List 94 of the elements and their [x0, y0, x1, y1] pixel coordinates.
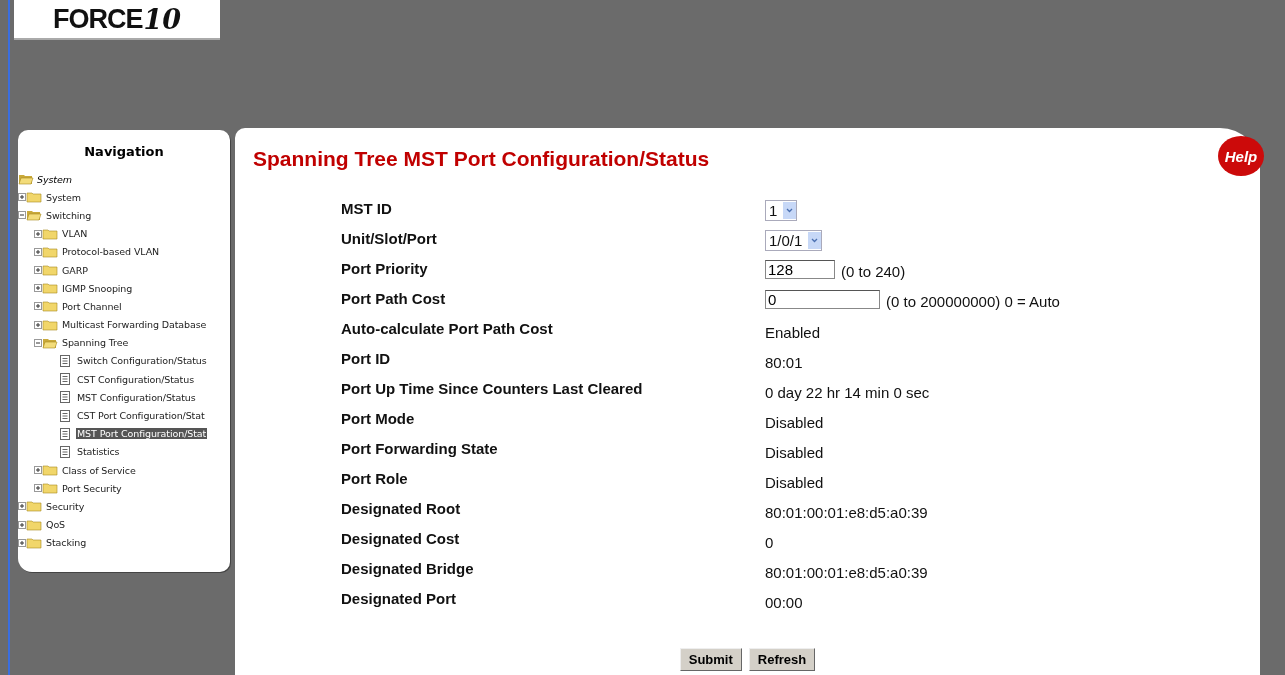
tree-item[interactable]: Port Channel	[61, 300, 123, 312]
tree-item[interactable]: GARP	[61, 264, 89, 276]
folder-icon	[42, 282, 58, 295]
folder-icon	[42, 245, 58, 258]
tree-root-label[interactable]: System	[37, 173, 72, 185]
tree-item[interactable]: System	[45, 191, 82, 203]
tree-item[interactable]: CST Configuration/Status	[76, 373, 195, 385]
folder-icon	[42, 482, 58, 495]
field-value: 00:00	[765, 593, 803, 611]
page-icon	[60, 445, 70, 458]
tree-item[interactable]: Switch Configuration/Status	[76, 355, 208, 367]
field-label: Designated Root	[341, 500, 462, 517]
field-label: Port Role	[341, 470, 409, 487]
tree-item[interactable]: IGMP Snooping	[61, 282, 134, 294]
tree-item[interactable]: MST Port Configuration/Stat	[76, 428, 208, 440]
field-label: Designated Cost	[341, 530, 461, 547]
tree-item[interactable]: Security	[45, 500, 86, 512]
tree-item[interactable]: Port Security	[61, 482, 123, 494]
field-value: Enabled	[765, 323, 821, 341]
input-field[interactable]: 0	[765, 289, 880, 309]
page-icon	[60, 409, 70, 422]
collapse-icon[interactable]	[18, 211, 26, 220]
logo: FORCE10	[14, 0, 220, 40]
tree-item[interactable]: MST Configuration/Status	[76, 391, 197, 403]
folder-icon	[42, 464, 58, 477]
field-label: Port Priority	[341, 260, 429, 277]
open-folder-icon	[42, 336, 58, 349]
tree-item[interactable]: VLAN	[61, 228, 89, 240]
field-label: Unit/Slot/Port	[341, 230, 438, 247]
open-folder-icon	[18, 173, 34, 186]
form-button[interactable]: Submit	[679, 648, 742, 671]
tree-item[interactable]: CST Port Configuration/Stat	[76, 410, 206, 422]
form-button[interactable]: Refresh	[748, 648, 816, 671]
help-button[interactable]: Help	[1218, 136, 1264, 176]
range-hint: (0 to 240)	[841, 263, 906, 280]
collapse-icon[interactable]	[34, 338, 42, 347]
expand-icon[interactable]	[18, 193, 26, 202]
field-value: Disabled	[765, 473, 824, 491]
tree-item[interactable]: Stacking	[45, 537, 88, 549]
folder-icon	[42, 227, 58, 240]
folder-icon	[26, 191, 42, 204]
expand-icon[interactable]	[34, 320, 42, 329]
folder-icon	[42, 318, 58, 331]
expand-icon[interactable]	[18, 502, 26, 511]
folder-icon	[26, 536, 42, 549]
folder-icon	[42, 264, 58, 277]
expand-icon[interactable]	[34, 266, 42, 275]
folder-icon	[42, 300, 58, 313]
field-label: MST ID	[341, 200, 393, 217]
tree-item[interactable]: QoS	[45, 519, 67, 531]
field-label: Designated Port	[341, 590, 458, 607]
page-icon	[60, 427, 70, 440]
expand-icon[interactable]	[34, 247, 42, 256]
field-label: Port ID	[341, 350, 392, 367]
expand-icon[interactable]	[34, 302, 42, 311]
expand-icon[interactable]	[34, 466, 42, 475]
range-hint: (0 to 200000000) 0 = Auto	[886, 293, 1060, 310]
caret-icon	[783, 202, 797, 219]
navigation-title: Navigation	[83, 144, 165, 159]
field-value: 0	[765, 533, 774, 551]
tree-item[interactable]: Multicast Forwarding Database	[61, 319, 208, 331]
expand-icon[interactable]	[34, 484, 42, 493]
field-value: 0 day 22 hr 14 min 0 sec	[765, 383, 930, 401]
page-icon	[60, 373, 70, 386]
expand-icon[interactable]	[18, 520, 26, 529]
page-icon	[60, 391, 70, 404]
expand-icon[interactable]	[34, 229, 42, 238]
open-folder-icon	[26, 209, 42, 222]
folder-icon	[26, 518, 42, 531]
tree-item[interactable]: Class of Service	[61, 464, 137, 476]
tree-item[interactable]: Switching	[45, 209, 93, 221]
field-label: Designated Bridge	[341, 560, 475, 577]
tree-item[interactable]: Protocol-based VLAN	[61, 246, 161, 258]
tree-item[interactable]: Spanning Tree	[61, 337, 130, 349]
field-value: 80:01	[765, 353, 803, 371]
page-icon	[60, 354, 70, 367]
field-label: Port Mode	[341, 410, 416, 427]
field-value: Disabled	[765, 413, 824, 431]
tree-item[interactable]: Statistics	[76, 446, 121, 458]
field-label: Auto-calculate Port Path Cost	[341, 320, 554, 337]
dropdown[interactable]: 1/0/1	[765, 230, 823, 251]
field-label: Port Up Time Since Counters Last Cleared	[341, 380, 644, 397]
field-value: 80:01:00:01:e8:d5:a0:39	[765, 503, 928, 521]
page-title: Spanning Tree MST Port Configuration/Status	[253, 147, 710, 171]
dropdown[interactable]: 1	[765, 200, 798, 221]
field-label: Port Path Cost	[341, 290, 447, 307]
folder-icon	[26, 500, 42, 513]
field-value: Disabled	[765, 443, 824, 461]
expand-icon[interactable]	[34, 284, 42, 293]
expand-icon[interactable]	[18, 538, 26, 547]
field-value: 80:01:00:01:e8:d5:a0:39	[765, 563, 928, 581]
input-field[interactable]: 128	[765, 259, 835, 279]
field-label: Port Forwarding State	[341, 440, 499, 457]
caret-icon	[808, 232, 822, 249]
